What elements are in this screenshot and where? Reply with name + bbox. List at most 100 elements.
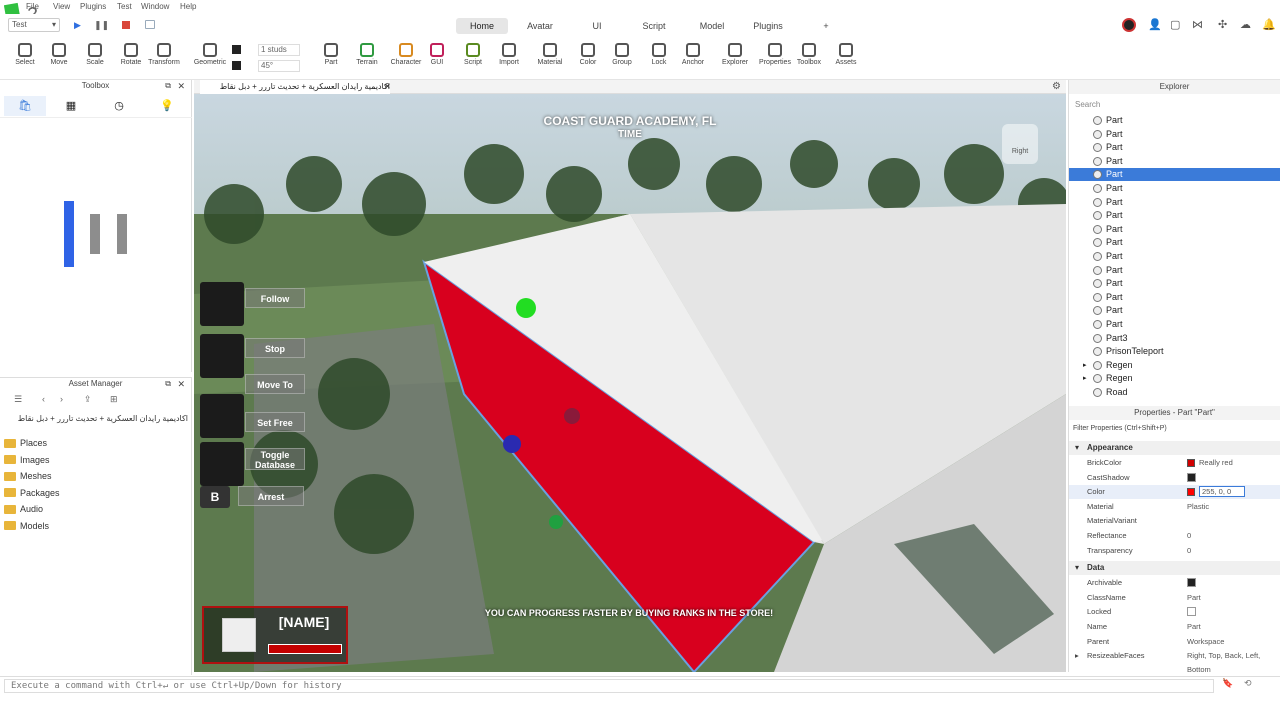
user-add-icon[interactable]: 👤 [1148,18,1162,31]
undock-icon[interactable]: ⧉ [165,378,171,390]
color-swatch[interactable] [1187,459,1195,467]
document-tab[interactable]: اكاديمية رايدان العسكرية + تحديث تاررر +… [200,80,390,94]
tab-ui[interactable]: UI [580,18,614,34]
tool-rotate[interactable]: Rotate [118,40,144,66]
tool-color[interactable]: Color [575,40,601,66]
menu-view[interactable]: View [53,2,70,11]
explorer-item[interactable]: PrisonTeleport [1069,345,1280,358]
folder-places[interactable]: Places [4,438,47,448]
menu-window[interactable]: Window [141,2,169,11]
expand-icon[interactable]: ▸ [1083,372,1087,385]
properties-filter-input[interactable]: Filter Properties (Ctrl+Shift+P) [1071,422,1279,436]
menu-plugins[interactable]: Plugins [80,2,106,11]
property-row[interactable]: Parent Workspace [1069,635,1280,649]
property-checkbox[interactable] [1187,607,1196,617]
property-row[interactable]: ClassName Part [1069,591,1280,605]
folder-meshes[interactable]: Meshes [4,471,52,481]
tool-import[interactable]: Import [496,40,522,66]
window-icon[interactable] [145,20,155,29]
close-icon[interactable]: ✕ [177,80,185,92]
explorer-item[interactable]: Part [1069,318,1280,331]
explorer-item[interactable]: ▸ Regen [1069,359,1280,372]
color-swatch[interactable] [1187,488,1195,497]
property-row[interactable]: Transparency 0 [1069,544,1280,558]
bookmark-icon[interactable]: 🔖 [1222,679,1233,689]
expand-icon[interactable]: ▸ [1075,649,1079,663]
tab-script[interactable]: Script [632,18,676,34]
forward-icon[interactable]: › [60,394,63,404]
property-row[interactable]: Color 255, 0, 0 [1069,485,1280,500]
menu-help[interactable]: Help [180,2,196,11]
creations-icon[interactable]: 💡 [160,96,174,116]
tool-scale[interactable]: Scale [82,40,108,66]
explorer-item[interactable]: Part [1069,141,1280,154]
explorer-search-input[interactable]: Search [1071,98,1279,112]
arrest-button[interactable]: B Arrest [200,486,305,516]
tool-group[interactable]: Group [609,40,635,66]
tool-explorer[interactable]: Explorer [722,40,748,66]
tool-anchor[interactable]: Anchor [680,40,706,66]
tool-transform[interactable]: Transform [146,40,182,66]
view-cube[interactable]: Right [1002,124,1038,164]
section-data[interactable]: ▾ Data [1069,561,1280,576]
explorer-item[interactable]: Part [1069,114,1280,127]
undock-icon[interactable]: ⧉ [165,80,171,92]
explorer-item[interactable]: Part [1069,196,1280,209]
tool-gui[interactable]: GUI [424,40,450,66]
tool-toolbox[interactable]: Toolbox [796,40,822,66]
history-icon[interactable]: ⟲ [1244,679,1252,689]
explorer-item[interactable]: Part [1069,304,1280,317]
tool-material[interactable]: Material [537,40,563,66]
explorer-item[interactable]: Part [1069,168,1280,182]
play-icon[interactable]: ▶ [74,20,81,31]
tool-properties[interactable]: Properties [757,40,793,66]
explorer-item[interactable]: Part [1069,264,1280,277]
place-select[interactable]: Test ▾ [8,18,60,32]
snap-studs-input[interactable]: 1 studs [258,44,300,56]
tool-geometric[interactable]: Geometric [192,40,228,66]
property-row[interactable]: Name Part [1069,620,1280,634]
inventory-icon[interactable]: ▦ [64,96,78,116]
recent-icon[interactable]: ◷ [112,96,126,116]
explorer-item[interactable]: Part [1069,155,1280,168]
stop-icon[interactable] [122,21,130,29]
follow-button[interactable]: Follow [200,282,305,326]
menu-test[interactable]: Test [117,2,132,11]
property-row[interactable]: MaterialVariant [1069,514,1280,528]
collab-icon[interactable]: ✣ [1218,18,1227,31]
gear-icon[interactable]: ⚙ [1052,81,1061,92]
bell-icon[interactable]: 🔔 [1262,18,1276,31]
stop-button[interactable]: Stop [200,334,305,378]
explorer-item[interactable]: ▸ Regen [1069,372,1280,385]
tool-assets[interactable]: Assets [833,40,859,66]
property-row[interactable]: Material Plastic [1069,500,1280,514]
tool-select[interactable]: Select [12,40,38,66]
explorer-item[interactable]: Part [1069,236,1280,249]
tab-home[interactable]: Home [456,18,508,34]
set-free-button[interactable]: Set Free [200,394,305,438]
property-row[interactable]: ▸ ResizeableFaces Right, Top, Back, Left, … [1069,649,1280,672]
explorer-item[interactable]: Part3 [1069,332,1280,345]
property-row[interactable]: CastShadow [1069,471,1280,485]
tool-lock[interactable]: Lock [646,40,672,66]
collapse-icon[interactable]: ▾ [1075,561,1079,575]
toggle-database-button[interactable]: Toggle Database [200,442,305,486]
back-icon[interactable]: ‹ [42,394,45,404]
tool-part[interactable]: Part [318,40,344,66]
explorer-item[interactable]: Part [1069,277,1280,290]
explorer-item[interactable]: Part [1069,291,1280,304]
tab-model[interactable]: Model [690,18,734,34]
property-row[interactable]: Archivable [1069,576,1280,590]
chat-icon[interactable]: ▢ [1170,18,1180,31]
property-checkbox[interactable] [1187,578,1196,588]
snap-move-checkbox[interactable] [232,45,241,54]
command-input[interactable]: Execute a command with Ctrl+↵ or use Ctr… [4,679,1214,693]
expand-icon[interactable]: ▸ [1083,359,1087,372]
upload-icon[interactable]: ⇪ [84,394,92,405]
folder-images[interactable]: Images [4,455,50,465]
section-appearance[interactable]: ▾ Appearance [1069,441,1280,455]
avatar[interactable] [1122,18,1136,32]
property-row[interactable]: Reflectance 0 [1069,529,1280,543]
grid-view-icon[interactable]: ⊞ [110,394,118,405]
explorer-item[interactable]: Part [1069,128,1280,141]
